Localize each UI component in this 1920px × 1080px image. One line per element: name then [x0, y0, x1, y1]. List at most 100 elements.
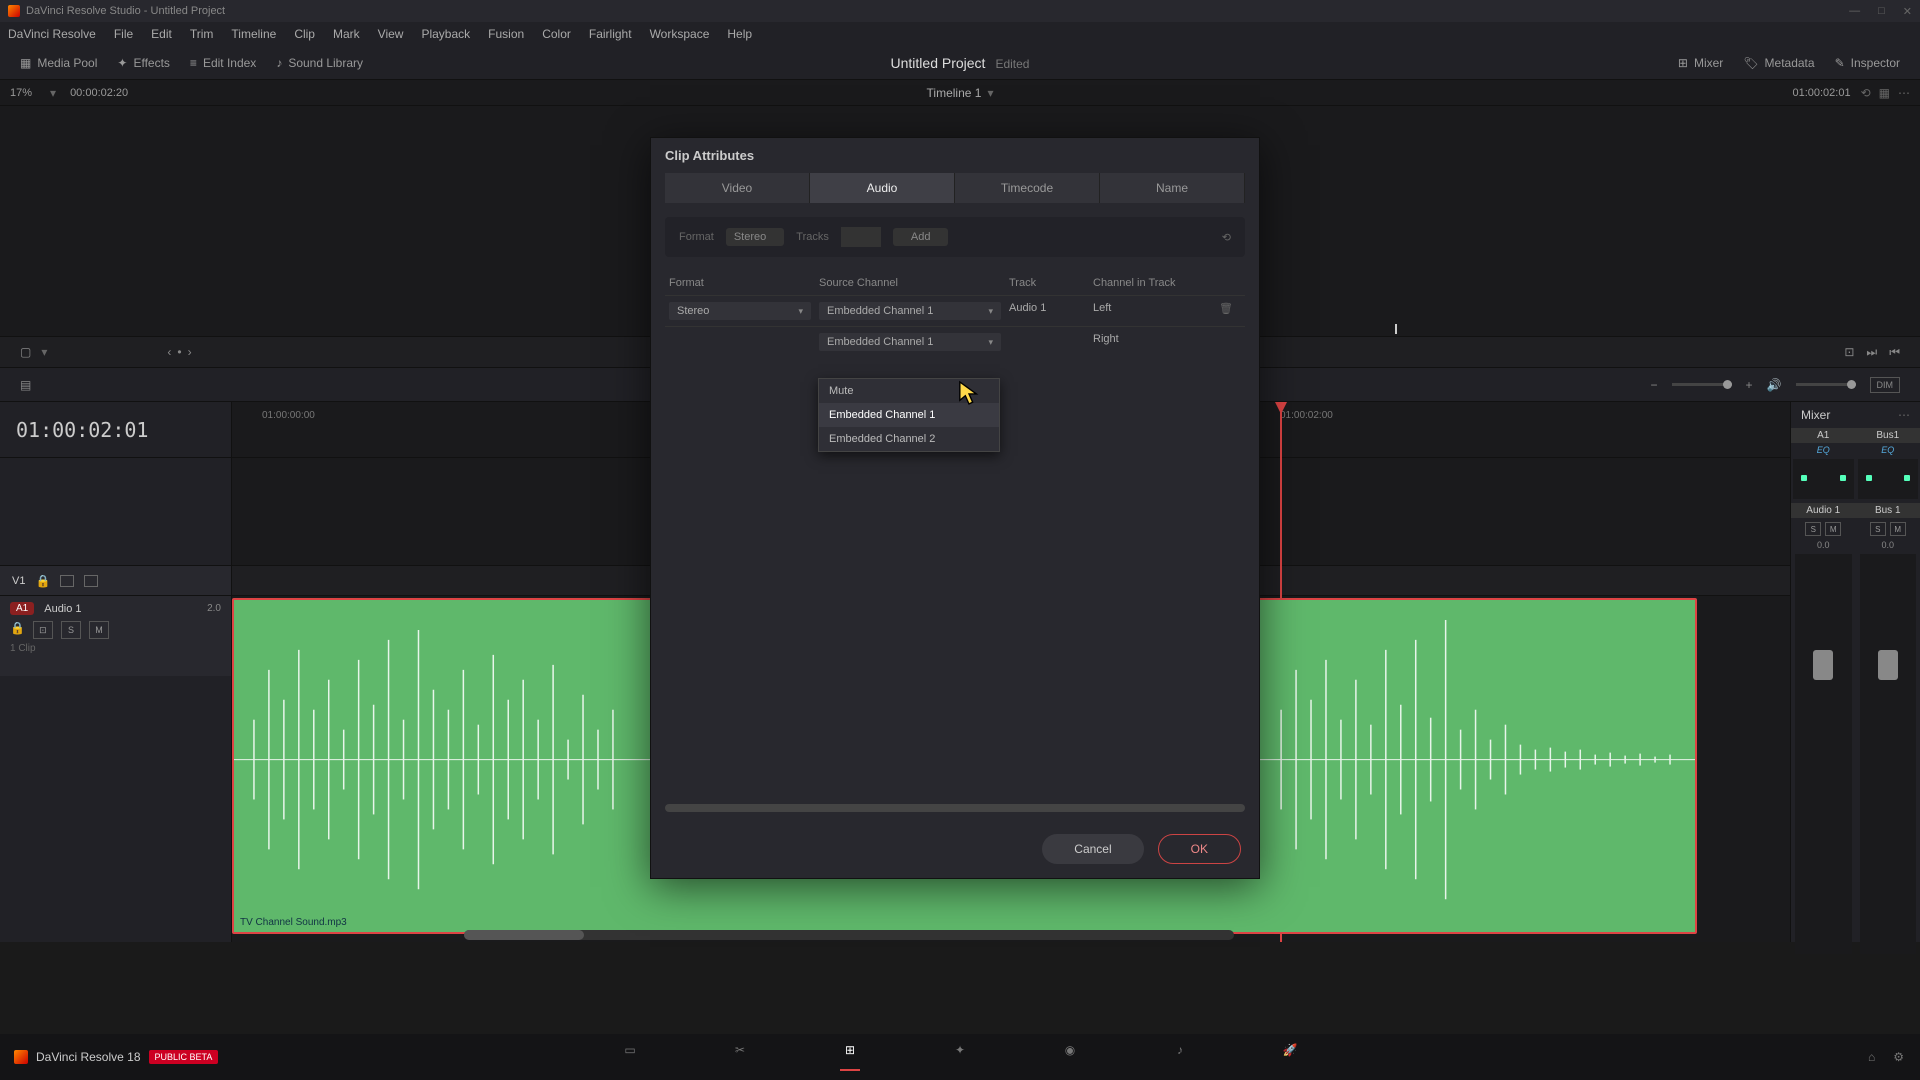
tab-video[interactable]: Video — [665, 173, 810, 203]
minimize-icon[interactable]: — — [1849, 5, 1860, 18]
page-edit-icon[interactable]: ⊞ — [840, 1043, 860, 1071]
menu-workspace[interactable]: Workspace — [650, 27, 710, 41]
v1-toggle-2[interactable] — [84, 575, 98, 587]
tracks-input[interactable] — [841, 227, 881, 247]
format-dropdown[interactable]: Stereo — [726, 228, 784, 246]
eq-label[interactable]: EQ — [1791, 443, 1856, 457]
page-cut-icon[interactable]: ✂ — [730, 1043, 750, 1071]
timeline-name[interactable]: Timeline 1 ▾ — [927, 86, 994, 100]
skip-end-icon[interactable]: ⏭ — [1866, 345, 1877, 360]
menu-clip[interactable]: Clip — [294, 27, 315, 41]
menu-fusion[interactable]: Fusion — [488, 27, 524, 41]
grid-icon[interactable]: ▦ — [1879, 86, 1890, 100]
a1-mute-button[interactable]: M — [89, 621, 109, 639]
menu-fairlight[interactable]: Fairlight — [589, 27, 632, 41]
maximize-icon[interactable]: □ — [1878, 5, 1885, 18]
mute-button[interactable]: M — [1890, 522, 1906, 536]
page-fairlight-icon[interactable]: ♪ — [1170, 1043, 1190, 1071]
speaker-icon[interactable]: 🔊 — [1767, 378, 1782, 392]
fader-handle[interactable] — [1878, 650, 1898, 680]
audio-track-header[interactable]: A1 Audio 1 2.0 🔒 ⊡ S M 1 Clip — [0, 596, 231, 676]
close-icon[interactable]: ✕ — [1903, 5, 1912, 18]
settings-icon[interactable]: ⚙ — [1893, 1050, 1904, 1064]
menu-timeline[interactable]: Timeline — [231, 27, 276, 41]
cancel-button[interactable]: Cancel — [1042, 834, 1143, 864]
menu-playback[interactable]: Playback — [421, 27, 470, 41]
sound-library-button[interactable]: ♪ Sound Library — [266, 52, 373, 74]
a1-auto-button[interactable]: ⊡ — [33, 621, 53, 639]
menu-mark[interactable]: Mark — [333, 27, 360, 41]
page-deliver-icon[interactable]: 🚀 — [1280, 1043, 1300, 1071]
source-cell-dropdown-1[interactable]: Embedded Channel 1 — [819, 302, 1001, 320]
timeline-scrollbar[interactable] — [464, 930, 1234, 940]
match-frame-icon[interactable]: ⊡ — [1844, 345, 1854, 360]
options-icon[interactable]: ⋯ — [1898, 86, 1910, 100]
fader[interactable] — [1795, 554, 1852, 954]
fader-handle[interactable] — [1813, 650, 1833, 680]
zoom-out-icon[interactable]: − — [1651, 378, 1658, 392]
lock-icon[interactable]: 🔒 — [35, 574, 50, 588]
tab-timecode[interactable]: Timecode — [955, 173, 1100, 203]
lock-icon[interactable]: 🔒 — [10, 621, 25, 639]
ok-button[interactable]: OK — [1158, 834, 1241, 864]
menu-help[interactable]: Help — [727, 27, 752, 41]
page-fusion-icon[interactable]: ✦ — [950, 1043, 970, 1071]
menu-color[interactable]: Color — [542, 27, 571, 41]
loop-icon[interactable]: ⟲ — [1861, 86, 1871, 100]
inspector-button[interactable]: ✎ Inspector — [1825, 52, 1910, 74]
reset-icon[interactable]: ⟲ — [1222, 231, 1231, 244]
tab-audio[interactable]: Audio — [810, 173, 955, 203]
menu-view[interactable]: View — [378, 27, 404, 41]
nav-arrows: ‹ • › — [167, 345, 191, 359]
selection-icon[interactable]: ▢ — [20, 345, 31, 359]
bullet-icon: • — [177, 345, 181, 359]
page-media-icon[interactable]: ▭ — [620, 1043, 640, 1071]
menu-trim[interactable]: Trim — [190, 27, 214, 41]
a1-solo-button[interactable]: S — [61, 621, 81, 639]
mute-button[interactable]: M — [1825, 522, 1841, 536]
edit-index-button[interactable]: ≡ Edit Index — [180, 52, 266, 74]
menu-item-ch2[interactable]: Embedded Channel 2 — [819, 427, 999, 451]
next-icon[interactable]: › — [188, 345, 192, 359]
zoom-level[interactable]: 17% — [10, 87, 32, 99]
chevron-down-icon[interactable]: ▾ — [41, 345, 47, 359]
media-pool-button[interactable]: ▦ Media Pool — [10, 52, 107, 74]
source-timecode: 00:00:02:20 — [70, 87, 128, 99]
tracks-label: Tracks — [796, 231, 829, 243]
ch-bus: Audio 1 — [1791, 503, 1856, 518]
metadata-button[interactable]: 🏷 Metadata — [1733, 52, 1824, 74]
video-track-header[interactable]: V1 🔒 — [0, 566, 231, 596]
menu-file[interactable]: File — [114, 27, 133, 41]
zoom-slider[interactable] — [1672, 383, 1732, 386]
menu-edit[interactable]: Edit — [151, 27, 172, 41]
a1-channels: 2.0 — [207, 603, 221, 614]
mixer-button[interactable]: ⊞ Mixer — [1668, 52, 1733, 74]
delete-row-icon[interactable]: 🗑 — [1215, 296, 1245, 326]
dialog-scrollbar[interactable] — [665, 804, 1245, 812]
tab-name[interactable]: Name — [1100, 173, 1245, 203]
fader[interactable] — [1860, 554, 1917, 954]
options-icon[interactable]: ⋯ — [1898, 408, 1910, 422]
v1-toggle-1[interactable] — [60, 575, 74, 587]
prev-icon[interactable]: ‹ — [167, 345, 171, 359]
chevron-down-icon[interactable]: ▾ — [50, 86, 56, 100]
eq-label[interactable]: EQ — [1856, 443, 1920, 457]
source-cell-dropdown-2[interactable]: Embedded Channel 1 — [819, 333, 1001, 351]
zoom-in-icon[interactable]: + — [1746, 378, 1753, 392]
home-icon[interactable]: ⌂ — [1868, 1050, 1875, 1064]
volume-slider[interactable] — [1796, 383, 1856, 386]
a1-tag[interactable]: A1 — [10, 602, 34, 615]
skip-last-icon[interactable]: ⏮ — [1889, 345, 1900, 360]
list-icon[interactable]: ▤ — [20, 378, 31, 392]
menu-item-ch1[interactable]: Embedded Channel 1 — [819, 403, 999, 427]
effects-button[interactable]: ✦ Effects — [107, 52, 180, 74]
format-cell-dropdown[interactable]: Stereo — [669, 302, 811, 320]
dialog-title: Clip Attributes — [651, 138, 1259, 173]
add-button[interactable]: Add — [893, 228, 949, 246]
window-controls: — □ ✕ — [1849, 5, 1912, 18]
menu-resolve[interactable]: DaVinci Resolve — [8, 27, 96, 41]
solo-button[interactable]: S — [1870, 522, 1886, 536]
dim-button[interactable]: DIM — [1870, 377, 1901, 393]
page-color-icon[interactable]: ◉ — [1060, 1043, 1080, 1071]
solo-button[interactable]: S — [1805, 522, 1821, 536]
